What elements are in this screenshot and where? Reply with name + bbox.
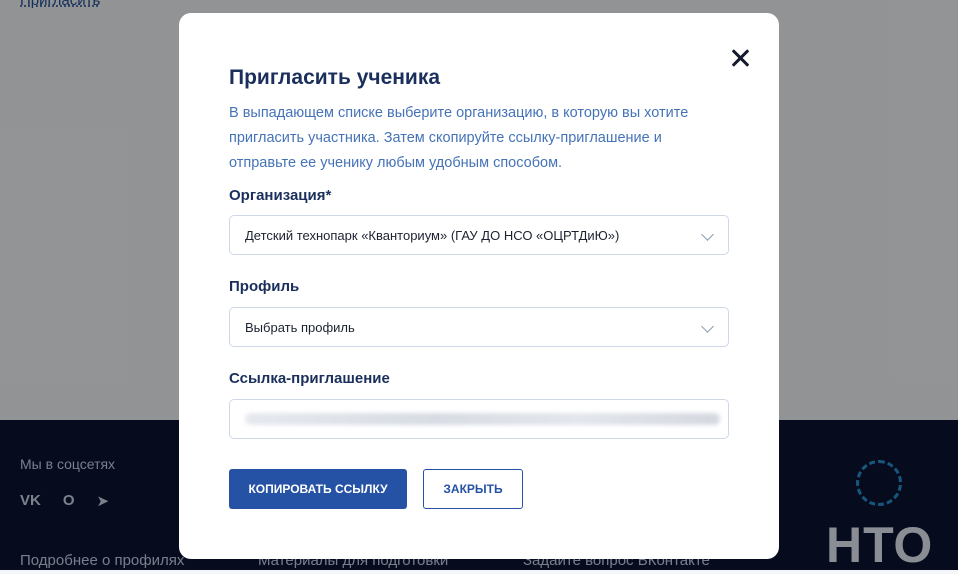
organization-select[interactable]: Детский технопарк «Кванториум» (ГАУ ДО Н… (229, 215, 729, 255)
close-button[interactable]: ЗАКРЫТЬ (423, 469, 523, 509)
close-icon[interactable] (727, 45, 753, 71)
invite-modal: Пригласить ученика В выпадающем списке в… (179, 13, 779, 559)
blurred-link-value (245, 413, 720, 425)
modal-title: Пригласить ученика (229, 66, 441, 89)
chevron-down-icon (701, 320, 714, 333)
profile-value: Выбрать профиль (245, 319, 355, 335)
chevron-down-icon (701, 228, 714, 241)
invite-link-field[interactable] (229, 399, 729, 439)
modal-description: В выпадающем списке выберите организацию… (229, 105, 689, 171)
profile-label: Профиль (229, 278, 300, 295)
copy-link-button[interactable]: КОПИРОВАТЬ ССЫЛКУ (229, 469, 407, 509)
organization-value: Детский технопарк «Кванториум» (ГАУ ДО Н… (245, 227, 620, 243)
organization-label: Организация* (229, 187, 332, 204)
invite-link-label: Ссылка-приглашение (229, 370, 390, 387)
profile-select[interactable]: Выбрать профиль (229, 307, 729, 347)
